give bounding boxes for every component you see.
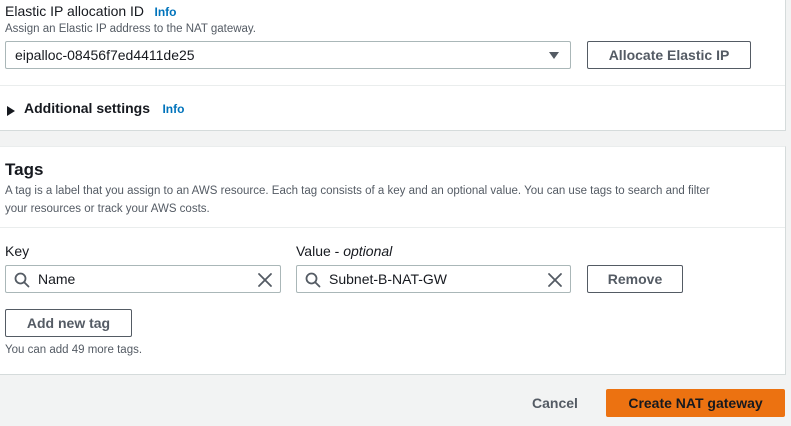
remove-tag-button[interactable]: Remove [587,265,683,293]
tags-title: Tags [5,160,44,179]
close-icon[interactable] [547,272,563,293]
caret-down-icon [549,52,559,59]
divider [0,227,785,228]
tags-description-line2: your resources or track your AWS costs. [5,203,210,215]
allocate-elastic-ip-button[interactable]: Allocate Elastic IP [587,41,751,69]
key-column-header: Key [5,243,30,259]
additional-settings-label[interactable]: Additional settings [24,100,150,116]
value-column-header: Value - optional [296,243,392,259]
tag-value-value: Subnet-B-NAT-GW [329,271,447,287]
close-icon[interactable] [257,272,273,293]
tags-panel: Tags A tag is a label that you assign to… [0,146,786,375]
eip-description: Assign an Elastic IP address to the NAT … [5,23,257,35]
tag-key-value: Name [38,271,76,287]
value-header-optional: optional [343,243,393,259]
additional-settings-info-link[interactable]: Info [162,102,184,116]
cancel-button[interactable]: Cancel [532,395,578,411]
eip-label-row: Elastic IP allocation ID Info [5,3,176,21]
eip-selected-value: eipalloc-08456f7ed4411de25 [15,47,195,63]
create-nat-gateway-button[interactable]: Create NAT gateway [606,389,785,417]
eip-info-link[interactable]: Info [154,5,176,19]
value-header-text: Value - [296,243,344,259]
search-icon [305,272,321,293]
tags-description: A tag is a label that you assign to an A… [5,182,775,218]
add-new-tag-button[interactable]: Add new tag [5,309,132,337]
elastic-ip-panel: Elastic IP allocation ID Info Assign an … [0,0,786,131]
divider [0,85,785,86]
eip-allocation-select[interactable]: eipalloc-08456f7ed4411de25 [5,41,571,69]
tags-description-line1: A tag is a label that you assign to an A… [5,185,710,197]
search-icon [14,272,30,293]
tag-key-input[interactable]: Name [5,265,281,293]
tag-value-input[interactable]: Subnet-B-NAT-GW [296,265,571,293]
eip-label: Elastic IP allocation ID [5,3,145,19]
additional-settings-row: Additional settings Info [24,100,184,118]
tags-remaining-note: You can add 49 more tags. [5,344,143,356]
caret-right-icon [7,103,15,121]
